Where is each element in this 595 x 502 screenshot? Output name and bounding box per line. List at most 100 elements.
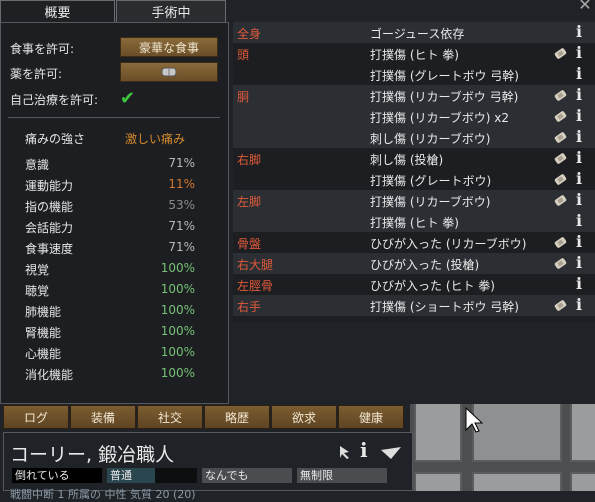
capacity-value: 100%: [160, 345, 195, 359]
food-bar[interactable]: 普通: [107, 468, 197, 483]
hediff-row[interactable]: 全身 ゴージュース依存 i: [233, 22, 595, 43]
bandage-icon: [554, 48, 567, 59]
capacity-name: 消化機能: [25, 368, 74, 382]
hediff-row[interactable]: 打撲傷 (グレートボウ) i: [233, 169, 595, 190]
capacity-name: 指の機能: [25, 200, 74, 214]
capacity-value: 71%: [168, 156, 195, 170]
drug-policy-selector[interactable]: 無制限: [297, 468, 387, 483]
hediff-row[interactable]: 打撲傷 (ヒト 拳) i: [233, 211, 595, 232]
body-part-label: 左脛骨: [237, 279, 274, 293]
hediff-row[interactable]: 打撲傷 (グレートボウ 弓幹) i: [233, 64, 595, 85]
capacity-row: 意識 71%: [25, 154, 195, 174]
info-icon[interactable]: i: [576, 295, 582, 314]
info-icon[interactable]: i: [576, 127, 582, 146]
condition-label: 刺し傷 (投槍): [370, 153, 444, 167]
inspect-tab-1[interactable]: 装備: [70, 405, 136, 429]
inspect-tab-4[interactable]: 欲求: [271, 405, 337, 429]
capacity-value: 71%: [168, 240, 195, 254]
condition-label: 刺し傷 (リカーブボウ): [370, 132, 491, 146]
bandage-icon: [554, 195, 567, 206]
hediff-row[interactable]: 左脛骨 ひびが入った (ヒト 拳) i: [233, 274, 595, 295]
mood-label: 倒れている: [15, 469, 70, 482]
capacity-row: 心機能 100%: [25, 343, 195, 363]
body-part-label: 右手: [237, 300, 262, 314]
hediff-row[interactable]: 打撲傷 (リカーブボウ) x2 i: [233, 106, 595, 127]
body-part-label: 骨盤: [237, 237, 262, 251]
bandage-icon: [554, 132, 567, 143]
capacity-name: 腎機能: [25, 326, 62, 340]
close-icon[interactable]: ✕: [577, 0, 593, 13]
capacity-value: 100%: [160, 366, 195, 380]
hediff-row[interactable]: 右手 打撲傷 (ショートボウ 弓幹) i: [233, 295, 595, 316]
info-icon[interactable]: i: [576, 211, 582, 230]
pain-value: 激しい痛み: [125, 132, 186, 146]
capacity-name: 肺機能: [25, 305, 62, 319]
capacity-name: 食事速度: [25, 242, 74, 256]
tab-overview[interactable]: 概要: [0, 0, 115, 22]
inspect-tab-3[interactable]: 略歴: [204, 405, 270, 429]
draft-icon[interactable]: [337, 444, 353, 460]
hediff-row[interactable]: 刺し傷 (リカーブボウ) i: [233, 127, 595, 148]
bandage-icon: [554, 174, 567, 185]
condition-label: 打撲傷 (ヒト 拳): [370, 48, 459, 62]
bandage-icon: [554, 111, 567, 122]
capacity-name: 会話能力: [25, 221, 74, 235]
info-icon[interactable]: i: [576, 85, 582, 104]
medicine-button[interactable]: [120, 62, 218, 82]
self-tend-checkbox[interactable]: ✔: [120, 88, 135, 109]
info-icon[interactable]: i: [576, 232, 582, 251]
hediff-row[interactable]: 左脚 打撲傷 (リカーブボウ) i: [233, 190, 595, 211]
condition-label: ひびが入った (ヒト 拳): [370, 279, 495, 293]
inspect-tab-5[interactable]: 健康: [338, 405, 404, 429]
medicine-icon: [161, 67, 177, 77]
info-icon[interactable]: i: [576, 106, 582, 125]
self-tend-label: 自己治療を許可:: [10, 93, 99, 107]
capacity-row: 会話能力 71%: [25, 217, 195, 237]
hediff-row[interactable]: 胴 打撲傷 (リカーブボウ 弓幹) i: [233, 85, 595, 106]
map-view[interactable]: [410, 404, 595, 491]
capacity-row: 消化機能 100%: [25, 364, 195, 384]
body-part-label: 胴: [237, 90, 250, 104]
info-icon[interactable]: i: [576, 274, 582, 293]
inspect-tab-2[interactable]: 社交: [137, 405, 203, 429]
floor-tile: [472, 404, 562, 462]
mouse-cursor-icon: [465, 407, 484, 433]
info-icon[interactable]: i: [576, 64, 582, 83]
capacity-name: 視覚: [25, 263, 50, 277]
body-part-label: 頭: [237, 48, 250, 62]
capacity-name: 心機能: [25, 347, 62, 361]
condition-label: ひびが入った (リカーブボウ): [370, 237, 527, 251]
capacity-value: 100%: [160, 303, 195, 317]
info-icon[interactable]: i: [576, 190, 582, 209]
inspect-tab-0[interactable]: ログ: [3, 405, 69, 429]
capacity-value: 100%: [160, 261, 195, 275]
tab-operations[interactable]: 手術中: [116, 0, 226, 22]
floor-tile: [414, 472, 462, 491]
info-icon[interactable]: i: [360, 438, 368, 462]
hediff-row[interactable]: 右脚 刺し傷 (投槍) i: [233, 148, 595, 169]
food-restriction-value: 豪華な食事: [138, 40, 199, 55]
capacity-value: 71%: [168, 219, 195, 233]
food-label: 食事を許可:: [10, 42, 75, 56]
hediff-row[interactable]: 骨盤 ひびが入った (リカーブボウ) i: [233, 232, 595, 253]
condition-label: 打撲傷 (リカーブボウ) x2: [370, 111, 510, 125]
hediff-row[interactable]: 頭 打撲傷 (ヒト 拳) i: [233, 43, 595, 64]
body-part-label: 左脚: [237, 195, 262, 209]
info-icon[interactable]: i: [576, 169, 582, 188]
capacity-name: 聴覚: [25, 284, 50, 298]
food-restriction-button[interactable]: 豪華な食事: [120, 37, 218, 57]
medicine-label: 薬を許可:: [10, 67, 63, 81]
info-icon[interactable]: i: [576, 22, 582, 41]
outfit-label: なんでも: [205, 469, 249, 482]
capacity-value: 100%: [160, 282, 195, 296]
info-icon[interactable]: i: [576, 253, 582, 272]
condition-label: ひびが入った (投槍): [370, 258, 480, 272]
rename-icon[interactable]: [380, 446, 402, 460]
outfit-selector[interactable]: なんでも: [202, 468, 292, 483]
hediff-row[interactable]: 右大腿 ひびが入った (投槍) i: [233, 253, 595, 274]
info-icon[interactable]: i: [576, 43, 582, 62]
capacity-value: 53%: [168, 198, 195, 212]
info-icon[interactable]: i: [576, 148, 582, 167]
floor-tile: [472, 472, 562, 491]
mood-bar[interactable]: 倒れている: [12, 468, 102, 483]
